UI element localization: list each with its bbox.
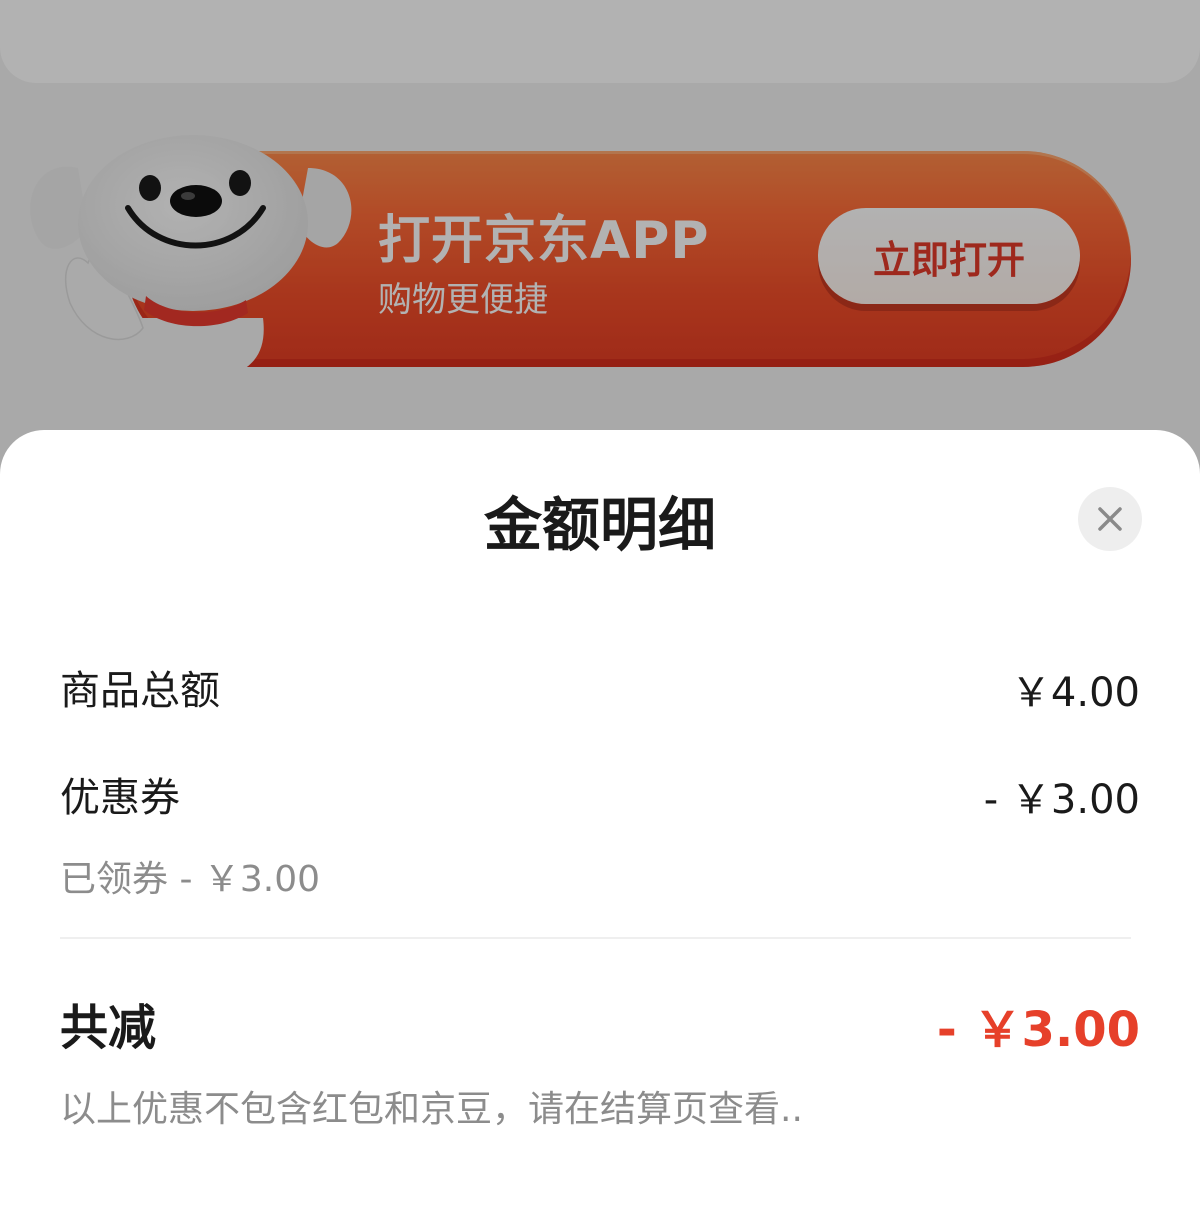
- close-icon: [1098, 507, 1122, 531]
- goods-total-value: ￥4.00: [1010, 670, 1140, 716]
- divider: [60, 937, 1131, 939]
- goods-total-label: 商品总额: [60, 668, 220, 714]
- coupon-detail: 已领券 - ￥3.00: [60, 859, 321, 900]
- total-reduction-value: - ￥3.00: [936, 1002, 1140, 1058]
- coupon-value: - ￥3.00: [983, 777, 1140, 823]
- discount-note: 以上优惠不包含红包和京豆，请在结算页查看..: [60, 1089, 803, 1130]
- sheet-title: 金额明细: [483, 491, 716, 559]
- close-button[interactable]: [1078, 487, 1142, 551]
- coupon-label: 优惠券: [60, 775, 180, 821]
- total-reduction-label: 共减: [60, 1000, 157, 1056]
